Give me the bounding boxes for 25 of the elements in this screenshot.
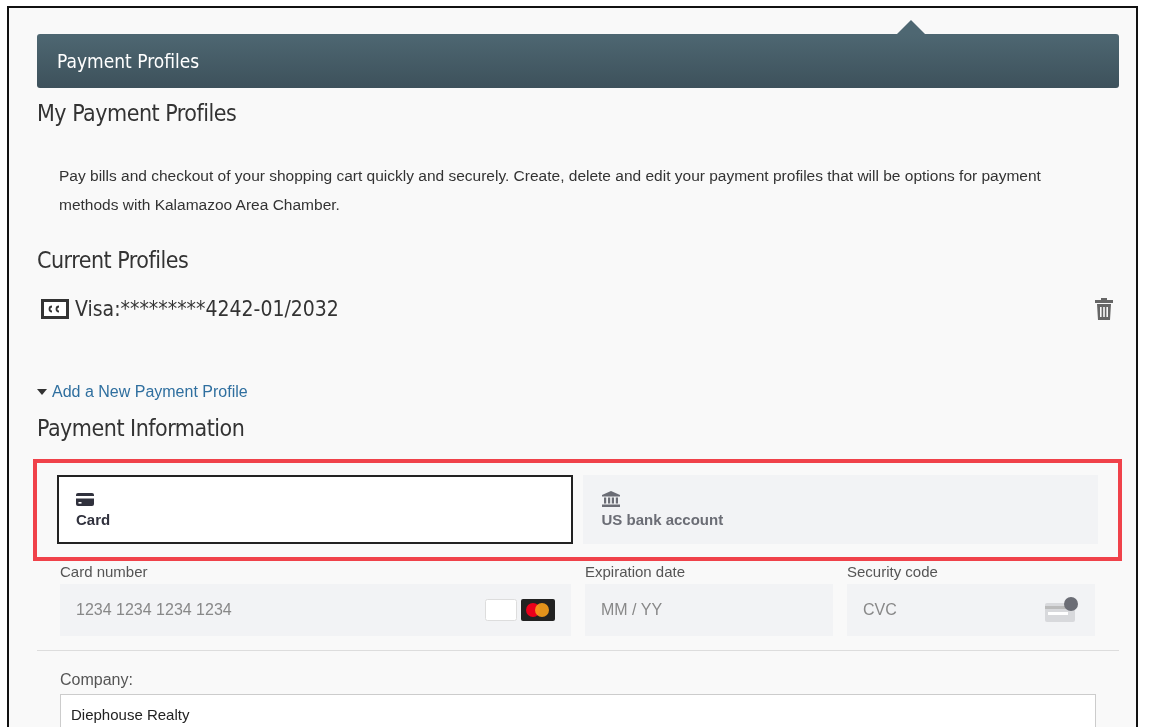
page-heading: My Payment Profiles [37, 100, 238, 126]
caret-icon [37, 389, 47, 395]
payment-method-tab[interactable]: US bank account [582, 475, 1098, 544]
profile-label: Visa:*********4242-01/2032 [75, 297, 340, 321]
field-label: Card number [60, 563, 149, 580]
company-input[interactable]: Diephouse Realty [60, 694, 1096, 727]
field-label: Security code [847, 563, 939, 580]
card-icon [76, 491, 94, 507]
text-input[interactable]: MM / YY [585, 584, 833, 636]
text-input[interactable]: CVC [847, 584, 1095, 636]
panel-title: Payment Profiles [57, 50, 200, 72]
add-profile-link[interactable]: Add a New Payment Profile [37, 383, 248, 401]
payment-method-tab[interactable]: Card [57, 475, 573, 544]
intro-paragraph: Pay bills and checkout of your shopping cart quickly and securely. Create, delete and edit your payment profiles that will be options for payment methods with Kalamazoo Area Chamber. [59, 166, 1042, 215]
field-label: Expiration date [585, 563, 687, 580]
field-label: Company: [60, 671, 134, 689]
trash-icon[interactable] [1095, 298, 1113, 320]
section-heading: Payment Information [37, 415, 246, 441]
credit-card-icon [41, 299, 69, 319]
pointer-notch [897, 20, 925, 34]
card-brands-icon [485, 598, 555, 622]
bank-icon [601, 491, 620, 507]
cvc-card-icon [1045, 597, 1079, 623]
text-input[interactable]: 1234 1234 1234 1234 [60, 584, 571, 636]
section-heading: Current Profiles [37, 247, 190, 273]
